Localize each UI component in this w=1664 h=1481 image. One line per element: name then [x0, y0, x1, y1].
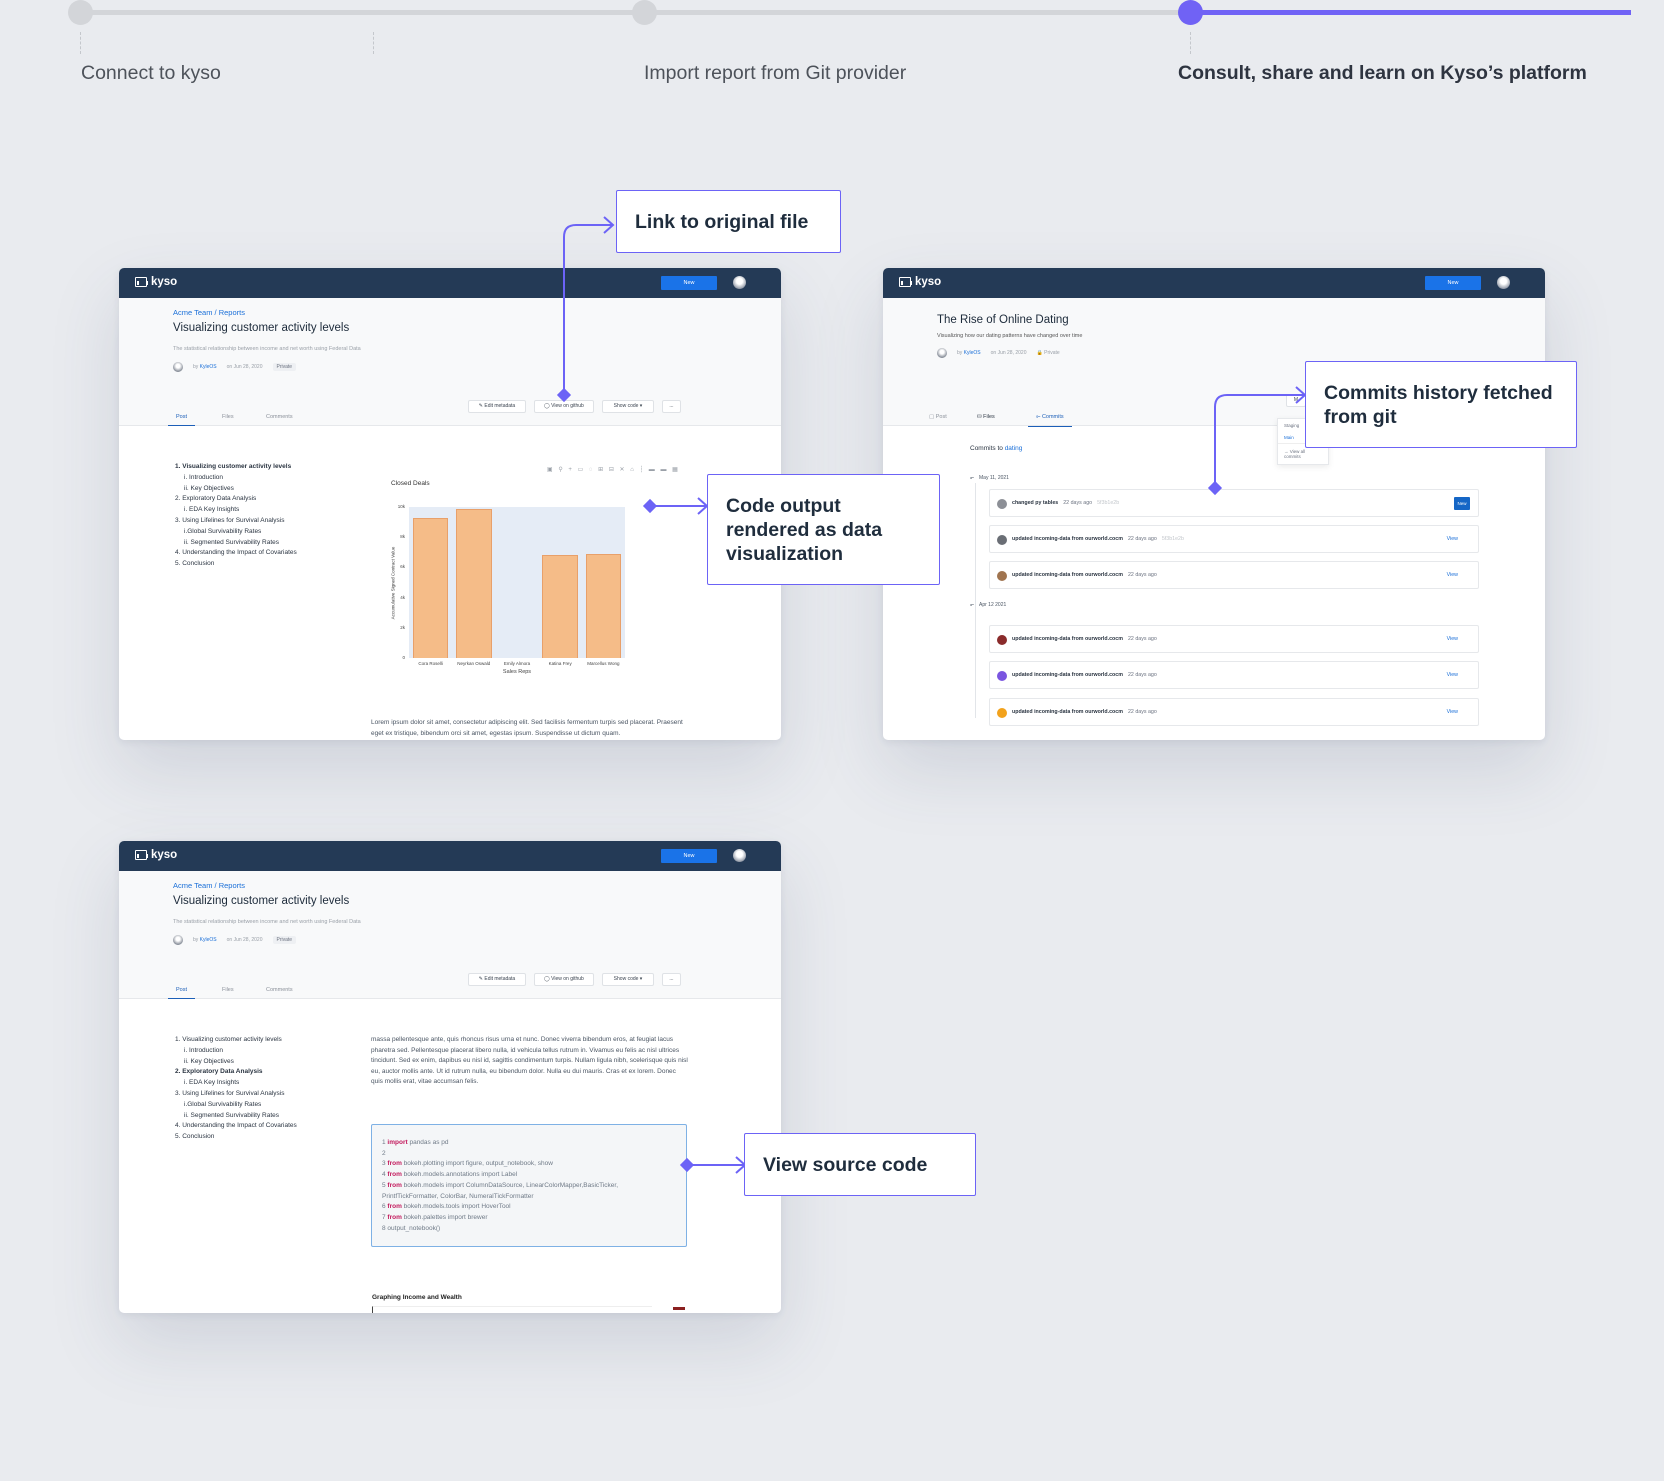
- connector-anchor-icon: [642, 498, 658, 514]
- connector-anchor-icon: [1207, 480, 1223, 496]
- callout-commits-history: Commits history fetched from git: [1305, 361, 1577, 448]
- connector-anchor-icon: [556, 387, 572, 403]
- connector-commits: [1214, 394, 1304, 488]
- callout-view-source: View source code: [744, 1133, 976, 1196]
- connector-link-original: [563, 224, 612, 395]
- connector-anchor-icon: [679, 1157, 695, 1173]
- callout-code-output: Code output rendered as data visualizati…: [707, 474, 940, 585]
- callout-link-original: Link to original file: [616, 190, 841, 253]
